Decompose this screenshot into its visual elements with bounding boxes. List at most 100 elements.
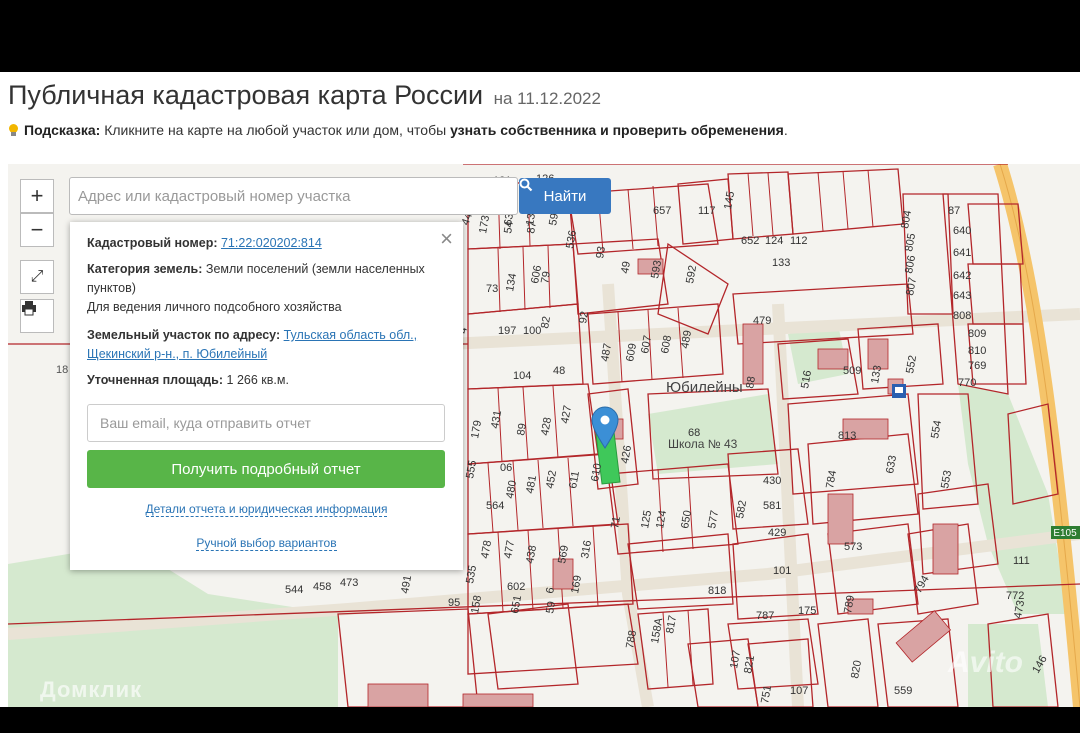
plot-info-popup: × Кадастровый номер: 71:22:020202:814 Ка… xyxy=(70,222,463,570)
expand-icon: ⤢ xyxy=(30,268,44,285)
address-row: Земельный участок по адресу: Тульская об… xyxy=(87,326,452,364)
page-header: Публичная кадастровая карта России на 11… xyxy=(8,80,601,111)
plot-number-label: 564 xyxy=(486,500,504,512)
plot-number-label: 104 xyxy=(513,370,531,382)
hint-line: Подсказка: Кликните на карте на любой уч… xyxy=(8,122,788,138)
plot-number-label: 158A xyxy=(649,616,665,644)
plot-number-label: 478 xyxy=(479,539,494,559)
manual-link-text[interactable]: Ручной выбор вариантов xyxy=(196,536,337,551)
plot-number-label: 124 xyxy=(654,509,669,529)
plot-number-label: 111 xyxy=(1013,555,1030,567)
plot-number-label: 821 xyxy=(742,654,757,674)
avito-watermark: Avito xyxy=(948,646,1023,679)
plot-number-label: 804 xyxy=(899,209,914,229)
plot-number-label: 640 xyxy=(953,225,971,237)
plot-number-label: 808 xyxy=(953,310,971,322)
plot-number-label: 479 xyxy=(753,315,771,327)
hint-prefix: Подсказка: xyxy=(24,122,101,138)
plot-number-label: 787 xyxy=(756,610,774,622)
plot-number-label: 657 xyxy=(653,205,671,217)
plot-number-label: 92 xyxy=(577,310,591,324)
plot-number-label: 426 xyxy=(619,444,634,464)
search-button[interactable]: Найти xyxy=(519,178,611,214)
plot-number-label: 427 xyxy=(559,404,574,424)
plot-number-label: 125 xyxy=(639,509,654,529)
manual-selection-link[interactable]: Ручной выбор вариантов xyxy=(70,536,463,551)
plot-number-label: 117 xyxy=(698,205,716,217)
page-title: Публичная кадастровая карта России xyxy=(8,80,484,110)
plot-number-label: 643 xyxy=(953,290,971,302)
page: Публичная кадастровая карта России на 11… xyxy=(0,72,1080,707)
plot-number-label: 608 xyxy=(659,334,674,354)
email-input[interactable] xyxy=(87,404,445,442)
plot-number-label: 54 xyxy=(502,220,516,234)
print-button[interactable] xyxy=(20,299,54,333)
plot-number-label: 509 xyxy=(843,365,861,377)
plot-number-label: 609 xyxy=(624,342,639,362)
details-link-text[interactable]: Детали отчета и юридическая информация xyxy=(145,502,388,517)
left-edge-label: 18 xyxy=(56,364,68,376)
plot-number-label: 06 xyxy=(500,462,512,474)
magnifier-icon xyxy=(519,178,533,192)
plot-number-label: 452 xyxy=(544,469,559,489)
usage-row: Для ведения личного подсобного хозяйства xyxy=(87,300,342,314)
plot-number-label: 95 xyxy=(448,597,460,609)
plot-number-label: 473 xyxy=(1012,599,1027,619)
plot-number-label: 101 xyxy=(773,565,791,577)
fullscreen-button[interactable]: ⤢ xyxy=(20,260,54,294)
bus-stop-icon xyxy=(892,384,906,398)
category-label: Категория земель: xyxy=(87,262,203,276)
plot-number-label: 544 xyxy=(285,584,303,596)
plot-number-label: 805 xyxy=(903,232,918,252)
cadastral-number-link[interactable]: 71:22:020202:814 xyxy=(221,236,322,250)
plot-number-label: 73 xyxy=(486,283,498,295)
plot-number-label: 87 xyxy=(525,220,539,234)
area-label: Уточненная площадь: xyxy=(87,373,224,387)
plot-number-label: 581 xyxy=(763,500,781,512)
plot-number-label: 651 xyxy=(509,594,524,614)
cadastral-map[interactable]: Е105 Юбилейны Школа № 43 18 121126446381… xyxy=(8,164,1080,707)
hint-text: Кликните на карте на любой участок или д… xyxy=(104,122,447,138)
get-report-button[interactable]: Получить подробный отчет xyxy=(87,450,445,488)
plot-number-label: 175 xyxy=(798,605,816,617)
plot-number-label: 577 xyxy=(706,509,721,529)
details-link[interactable]: Детали отчета и юридическая информация xyxy=(70,502,463,517)
plot-number-label: 428 xyxy=(539,416,554,436)
plot-number-label: 477 xyxy=(502,539,517,559)
search-button-label: Найти xyxy=(543,187,587,205)
plot-number-label: 68 xyxy=(688,427,700,439)
plot-number-label: 607 xyxy=(639,334,654,354)
plot-number-label: 652 xyxy=(741,235,759,247)
plot-number-label: 197 xyxy=(498,325,516,337)
plot-number-label: 430 xyxy=(763,475,781,487)
plot-number-label: 611 xyxy=(567,470,582,489)
road-label: Е105 xyxy=(1053,528,1077,539)
plot-number-label: 88 xyxy=(744,375,758,389)
search-input[interactable] xyxy=(69,177,518,215)
printer-icon xyxy=(22,301,36,316)
zoom-in-button[interactable]: + xyxy=(20,179,54,213)
plot-number-label: 145 xyxy=(722,190,737,210)
zoom-out-button[interactable]: − xyxy=(20,213,54,247)
plot-number-label: 179 xyxy=(469,419,484,439)
category-row: Категория земель: Земли поселений (земли… xyxy=(87,260,452,298)
plot-number-label: 87 xyxy=(948,205,960,217)
plot-number-label: 431 xyxy=(489,409,504,429)
road-shield: Е105 xyxy=(1051,526,1080,539)
plot-number-label: 71 xyxy=(609,515,623,529)
page-date: на 11.12.2022 xyxy=(493,89,601,108)
area-value: 1 266 кв.м. xyxy=(226,373,289,387)
plot-number-label: 48 xyxy=(553,365,565,377)
cadastral-row: Кадастровый номер: 71:22:020202:814 xyxy=(87,234,452,253)
plot-number-label: 481 xyxy=(524,474,539,494)
plot-number-label: 592 xyxy=(684,264,699,284)
plot-number-label: 770 xyxy=(958,377,976,389)
plot-number-label: 107 xyxy=(790,685,808,697)
plot-number-label: 817 xyxy=(664,614,679,634)
domclick-watermark: Домклик xyxy=(40,677,143,702)
plot-number-label: 559 xyxy=(894,685,912,697)
cadastral-label: Кадастровый номер: xyxy=(87,236,218,250)
plot-number-label: 49 xyxy=(619,260,633,274)
plot-number-label: 784 xyxy=(824,469,839,489)
plot-number-label: 133 xyxy=(772,257,790,269)
